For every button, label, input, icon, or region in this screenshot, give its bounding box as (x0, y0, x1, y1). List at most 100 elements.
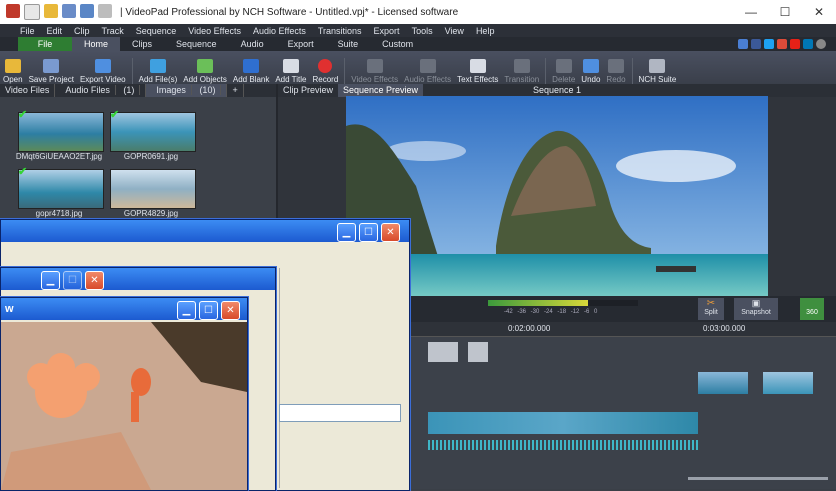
transition-button[interactable]: Transition (501, 53, 542, 84)
record-button[interactable]: Record (309, 53, 341, 84)
maximize-button[interactable]: ☐ (199, 301, 218, 320)
video-track-clip[interactable] (698, 372, 748, 394)
video-track-clip[interactable] (428, 412, 698, 434)
close-button[interactable]: ✕ (221, 301, 240, 320)
thumbnail-2[interactable] (110, 112, 196, 152)
snapshot-button[interactable]: ▣ Snapshot (734, 298, 778, 320)
undo-label: Undo (581, 75, 601, 84)
menu-file[interactable]: File (20, 26, 35, 36)
add-bin-tab[interactable]: + (227, 84, 244, 97)
export-video-icon (94, 59, 111, 73)
menu-view[interactable]: View (445, 26, 464, 36)
maximize-button[interactable]: ☐ (63, 271, 82, 290)
menu-export[interactable]: Export (374, 26, 400, 36)
maximize-button[interactable]: ☐ (359, 223, 378, 242)
facebook-icon[interactable] (751, 39, 761, 49)
tab-video-files[interactable]: Video Files (0, 84, 56, 97)
menu-track[interactable]: Track (102, 26, 124, 36)
thumbnail-1[interactable] (18, 112, 104, 152)
split-label: Split (704, 309, 718, 316)
menu-sequence[interactable]: Sequence (136, 26, 177, 36)
minimize-button[interactable]: ▁ (177, 301, 196, 320)
xp-dropdown[interactable] (279, 404, 401, 422)
audio-effects-button[interactable]: Audio Effects (401, 53, 454, 84)
like-icon[interactable] (738, 39, 748, 49)
tab-suite[interactable]: Suite (326, 37, 371, 51)
menu-video-effects[interactable]: Video Effects (188, 26, 241, 36)
tab-custom[interactable]: Custom (370, 37, 425, 51)
add-blank-button[interactable]: Add Blank (230, 53, 272, 84)
zoom-slider[interactable] (688, 477, 828, 480)
nch-suite-button[interactable]: NCH Suite (636, 53, 680, 84)
menu-audio-effects[interactable]: Audio Effects (253, 26, 306, 36)
export-video-button[interactable]: Export Video (77, 53, 129, 84)
minimize-button[interactable]: — (734, 0, 768, 24)
twitter-icon[interactable] (764, 39, 774, 49)
snapshot-label: Snapshot (741, 309, 771, 316)
video-track-clip[interactable] (428, 342, 458, 362)
add-objects-icon (197, 59, 214, 73)
redo-button[interactable]: Redo (603, 53, 628, 84)
trash-icon (555, 59, 572, 73)
tab-audio[interactable]: Audio (229, 37, 276, 51)
help-icon[interactable] (816, 39, 826, 49)
close-button[interactable]: ✕ (85, 271, 104, 290)
add-title-icon (282, 59, 299, 73)
menu-edit[interactable]: Edit (47, 26, 63, 36)
tab-file[interactable]: File (18, 37, 72, 51)
vr-360-button[interactable]: 360 (800, 298, 824, 320)
text-effects-button[interactable]: Text Effects (454, 53, 501, 84)
video-effects-icon (366, 59, 383, 73)
close-button[interactable]: ✕ (381, 223, 400, 242)
menu-help[interactable]: Help (476, 26, 495, 36)
tab-export[interactable]: Export (276, 37, 326, 51)
add-title-button[interactable]: Add Title (272, 53, 309, 84)
youtube-icon[interactable] (790, 39, 800, 49)
xp-window-front[interactable]: w ▁ ☐ ✕ (0, 297, 248, 491)
close-button[interactable]: ✕ (802, 0, 836, 24)
record-label: Record (312, 75, 339, 84)
open-button[interactable]: Open (0, 53, 26, 84)
tab-sequence[interactable]: Sequence (164, 37, 229, 51)
timeline[interactable]: 0:02:00.000 0:03:00.000 (408, 322, 836, 489)
menu-transitions[interactable]: Transitions (318, 26, 362, 36)
video-effects-button[interactable]: Video Effects (348, 53, 401, 84)
cartoon-drawing (1, 322, 247, 490)
media-tabs: Video Files Audio Files (1) Images (10) … (0, 84, 276, 97)
open-folder-icon[interactable] (44, 4, 58, 18)
undo-button[interactable]: Undo (578, 53, 603, 84)
menu-tools[interactable]: Tools (412, 26, 433, 36)
add-objects-label: Add Objects (183, 75, 227, 84)
thumbnail-4[interactable] (110, 169, 196, 209)
new-file-icon[interactable] (24, 4, 40, 20)
maximize-button[interactable]: ☐ (768, 0, 802, 24)
thumbnail-1-label: DMqt6GiUEAAO2ET.jpg (15, 152, 103, 161)
undo-icon[interactable] (80, 4, 94, 18)
thumbnail-4-label: GOPR4829.jpg (123, 209, 179, 218)
tab-images[interactable]: Images (10) (146, 84, 228, 97)
tab-home[interactable]: Home (72, 37, 121, 51)
minimize-button[interactable]: ▁ (41, 271, 60, 290)
tab-audio-files[interactable]: Audio Files (1) (55, 84, 147, 97)
delete-button[interactable]: Delete (549, 53, 578, 84)
google-icon[interactable] (777, 39, 787, 49)
thumbnail-3[interactable] (18, 169, 104, 209)
save-project-button[interactable]: Save Project (26, 53, 77, 84)
video-track-clip[interactable] (763, 372, 813, 394)
record-icon (318, 59, 333, 73)
save-icon[interactable] (62, 4, 76, 18)
menu-clip[interactable]: Clip (74, 26, 90, 36)
video-effects-label: Video Effects (351, 75, 399, 84)
minimize-button[interactable]: ▁ (337, 223, 356, 242)
tab-clip-preview[interactable]: Clip Preview (278, 84, 338, 97)
linkedin-icon[interactable] (803, 39, 813, 49)
split-button[interactable]: ✂ Split (698, 298, 724, 320)
add-files-button[interactable]: Add File(s) (136, 53, 181, 84)
tab-clips[interactable]: Clips (120, 37, 164, 51)
redo-icon[interactable] (98, 4, 112, 18)
add-objects-button[interactable]: Add Objects (180, 53, 230, 84)
social-icons (738, 39, 826, 49)
time-marker-2: 0:03:00.000 (703, 324, 746, 333)
video-track-clip[interactable] (468, 342, 488, 362)
window-title: | VideoPad Professional by NCH Software … (120, 6, 459, 18)
